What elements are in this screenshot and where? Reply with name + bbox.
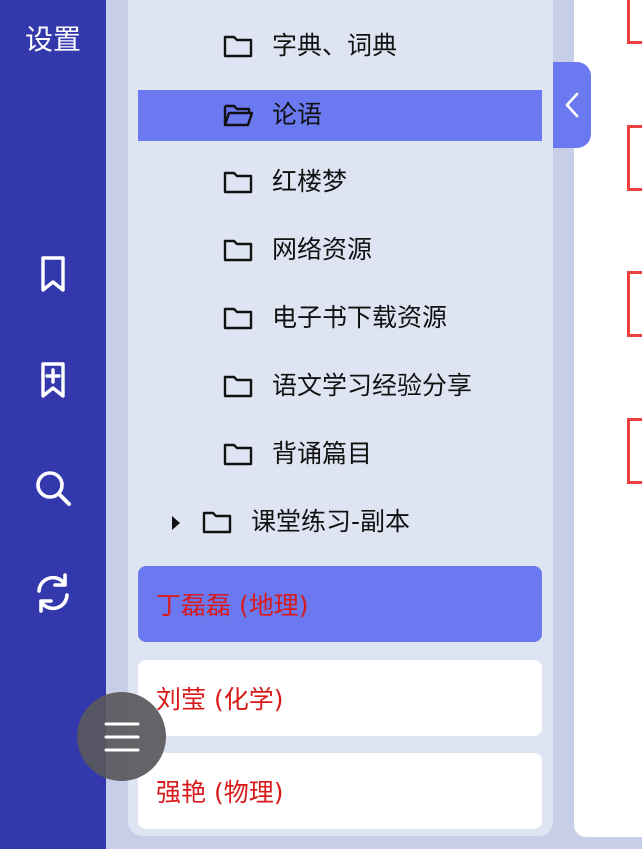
tree-item-label: 字典、词典	[272, 31, 398, 60]
search-icon	[36, 471, 71, 506]
tree-item-label: 网络资源	[272, 235, 373, 264]
tree-item-recitation[interactable]: 背诵篇目	[138, 429, 542, 480]
folder-icon	[223, 373, 253, 399]
bookmark-button[interactable]	[23, 244, 83, 304]
user-card-label: 强艳 (物理)	[156, 778, 284, 807]
folder-icon	[223, 441, 253, 467]
folder-icon	[223, 169, 253, 195]
user-card-qiangyan[interactable]: 强艳 (物理)	[138, 753, 542, 829]
folder-open-icon	[223, 102, 253, 128]
hamburger-menu-icon	[104, 722, 139, 751]
tree-item-study-experience[interactable]: 语文学习经验分享	[138, 361, 542, 412]
user-card-label: 刘莹 (化学)	[156, 685, 284, 714]
content-marker	[627, 271, 642, 337]
bookmark-add-icon	[41, 362, 65, 398]
sync-button[interactable]	[23, 563, 83, 623]
tree-item-dictionary[interactable]: 字典、词典	[138, 21, 542, 72]
tree-item-web-resources[interactable]: 网络资源	[138, 225, 542, 276]
content-marker	[627, 0, 642, 44]
add-bookmark-button[interactable]	[23, 350, 83, 410]
content-marker	[627, 125, 642, 191]
tree-item-ebook-downloads[interactable]: 电子书下载资源	[138, 293, 542, 344]
tree-item-label: 红楼梦	[272, 167, 348, 196]
tree-item-label: 电子书下载资源	[272, 303, 448, 332]
content-marker	[627, 418, 642, 484]
settings-link[interactable]: 设置	[0, 20, 106, 60]
user-card-liuying[interactable]: 刘莹 (化学)	[138, 660, 542, 736]
tree-item-label: 论语	[272, 100, 323, 129]
user-card-dingleilei[interactable]: 丁磊磊 (地理)	[138, 566, 542, 642]
tree-item-label: 背诵篇目	[272, 439, 373, 468]
folder-icon	[223, 305, 253, 331]
menu-button[interactable]	[77, 692, 166, 781]
expand-arrow-icon[interactable]	[170, 515, 182, 531]
tree-item-lunyu[interactable]: 论语	[138, 90, 542, 141]
collapse-panel-button[interactable]	[553, 62, 591, 148]
folder-icon	[223, 33, 253, 59]
tree-item-hongloumeng[interactable]: 红楼梦	[138, 157, 542, 208]
folder-icon	[202, 509, 232, 535]
tree-item-label: 课堂练习-副本	[251, 507, 411, 536]
folder-icon	[223, 237, 253, 263]
user-card-label: 丁磊磊 (地理)	[156, 591, 309, 620]
chevron-left-icon	[565, 92, 579, 118]
search-button[interactable]	[23, 458, 83, 518]
refresh-icon	[37, 573, 69, 613]
bookmark-icon	[41, 256, 65, 292]
tree-item-class-exercises-copy[interactable]: 课堂练习-副本	[138, 497, 542, 548]
tree-item-label: 语文学习经验分享	[272, 371, 473, 400]
